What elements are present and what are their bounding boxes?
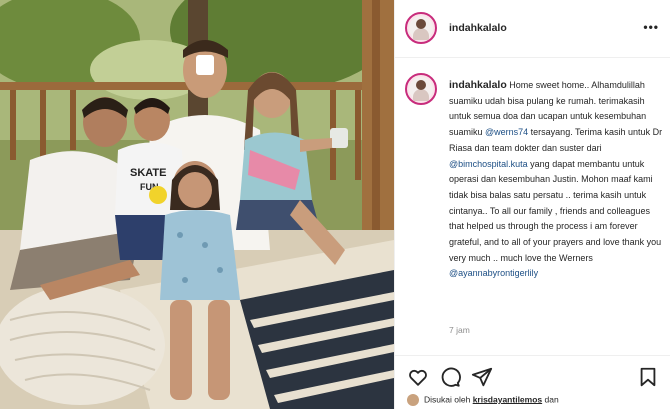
heart-icon[interactable] xyxy=(407,366,429,388)
caption-avatar[interactable] xyxy=(405,73,437,105)
mention-link-bimchospital[interactable]: @bimchospital.kuta xyxy=(449,159,528,169)
liker-avatar[interactable] xyxy=(407,394,419,406)
header-username[interactable]: indahkalalo xyxy=(449,22,507,34)
avatar[interactable] xyxy=(405,12,437,44)
mention-link-ayannabyrontigerlily[interactable]: @ayannabyrontigerlily xyxy=(449,268,538,278)
family-photo-illustration: SKATE FUN xyxy=(0,0,394,409)
mention-link-werns74[interactable]: @werns74 xyxy=(485,127,528,137)
post-timestamp[interactable]: 7 jam xyxy=(449,325,470,335)
share-icon[interactable] xyxy=(471,366,493,388)
action-bar: Disukai oleh krisdayantilemos dan xyxy=(395,355,670,409)
post-caption: indahkalalo Home sweet home.. Alhamdulil… xyxy=(449,78,665,282)
bookmark-icon[interactable] xyxy=(637,366,659,388)
shirt-text: SKATE xyxy=(130,167,166,179)
post-header: indahkalalo ••• xyxy=(395,0,670,58)
liked-by-row: Disukai oleh krisdayantilemos dan xyxy=(407,394,559,406)
caption-username[interactable]: indahkalalo xyxy=(449,79,507,91)
liked-by-prefix: Disukai oleh xyxy=(424,394,471,405)
liked-by-suffix: dan xyxy=(544,394,559,405)
comment-icon[interactable] xyxy=(439,366,461,388)
more-options-icon[interactable]: ••• xyxy=(643,20,659,34)
post-details-panel: indahkalalo ••• indahkalalo Home sweet h… xyxy=(394,0,670,409)
post-photo[interactable]: SKATE FUN xyxy=(0,0,394,409)
caption-text-3: yang dapat membantu untuk operasi dan ke… xyxy=(449,158,662,263)
liked-by-user-link[interactable]: krisdayantilemos xyxy=(473,394,542,404)
